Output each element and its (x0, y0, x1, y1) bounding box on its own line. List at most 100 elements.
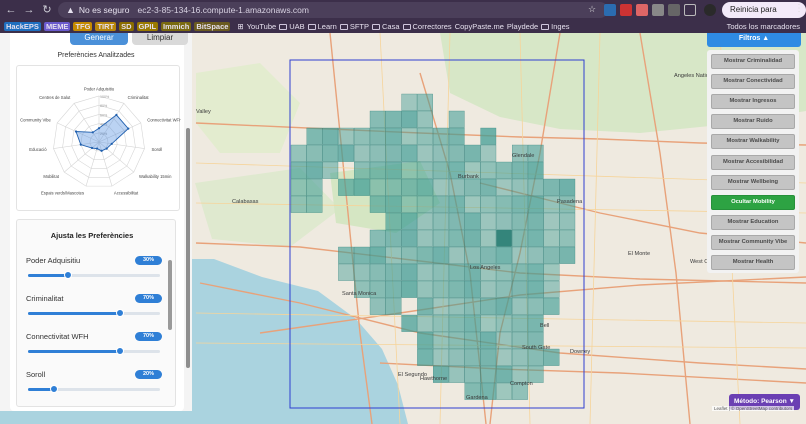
heatmap-cell[interactable] (496, 314, 512, 332)
filter-button[interactable]: Mostrar Community Vibe (711, 234, 795, 250)
heatmap-cell[interactable] (354, 127, 370, 145)
heatmap-cell[interactable] (322, 144, 339, 162)
heatmap-cell[interactable] (322, 161, 339, 179)
heatmap-cell[interactable] (433, 161, 449, 179)
heatmap-cell[interactable] (354, 144, 370, 162)
bookmark-item[interactable]: CopyPaste.me (455, 22, 504, 31)
heatmap-cell[interactable] (369, 246, 386, 264)
heatmap-cell[interactable] (480, 195, 497, 213)
heatmap-cell[interactable] (512, 297, 528, 315)
bookmark-item[interactable]: TIRT (95, 22, 117, 31)
heatmap-cell[interactable] (433, 229, 449, 247)
heatmap-cell[interactable] (354, 161, 370, 179)
heatmap-cell[interactable] (338, 127, 354, 145)
bookmark-item[interactable]: UAB (279, 22, 305, 31)
heatmap-cell[interactable] (448, 331, 465, 349)
heatmap-cell[interactable] (480, 331, 497, 349)
extension-icon[interactable] (652, 4, 664, 16)
heatmap-cell[interactable] (496, 229, 512, 247)
bookmark-item[interactable]: Playdede (507, 22, 538, 31)
heatmap-cell[interactable] (401, 246, 418, 264)
heatmap-cell[interactable] (480, 297, 497, 315)
heatmap-cell[interactable] (417, 280, 433, 298)
heatmap-cell[interactable] (464, 280, 481, 298)
bookmark-item[interactable]: BitSpace (194, 22, 231, 31)
heatmap-cell[interactable] (496, 280, 512, 298)
slider-thumb[interactable] (50, 385, 59, 393)
heatmap-cell[interactable] (369, 195, 386, 213)
heatmap-cell[interactable] (417, 331, 433, 349)
heatmap-cell[interactable] (512, 195, 528, 213)
heatmap-cell[interactable] (401, 110, 418, 128)
heatmap-cell[interactable] (543, 212, 560, 230)
heatmap-cell[interactable] (417, 297, 433, 315)
heatmap-cell[interactable] (385, 297, 402, 315)
heatmap-cell[interactable] (496, 161, 512, 179)
heatmap-cell[interactable] (417, 195, 433, 213)
warning-icon[interactable]: ▲ (66, 5, 75, 15)
heatmap-cell[interactable] (543, 246, 560, 264)
heatmap-cell[interactable] (306, 144, 323, 162)
heatmap-cell[interactable] (338, 246, 354, 264)
heatmap-cell[interactable] (527, 178, 544, 196)
heatmap-cell[interactable] (338, 263, 354, 281)
apps-grid-icon[interactable]: ⊞ (237, 22, 243, 31)
heatmap-cell[interactable] (401, 263, 418, 281)
heatmap-cell[interactable] (433, 195, 449, 213)
heatmap-cell[interactable] (369, 144, 386, 162)
heatmap-cell[interactable] (290, 161, 307, 179)
heatmap-cell[interactable] (417, 127, 433, 145)
heatmap-cell[interactable] (527, 212, 544, 230)
heatmap-cell[interactable] (417, 178, 433, 196)
heatmap-cell[interactable] (433, 263, 449, 281)
heatmap-cell[interactable] (527, 195, 544, 213)
sidebar-scrollbar[interactable] (186, 128, 190, 368)
heatmap-cell[interactable] (527, 280, 544, 298)
heatmap-cell[interactable] (464, 297, 481, 315)
heatmap-cell[interactable] (306, 195, 323, 213)
heatmap-cell[interactable] (448, 229, 465, 247)
heatmap-cell[interactable] (512, 246, 528, 264)
heatmap-cell[interactable] (448, 127, 465, 145)
filter-button[interactable]: Mostrar Conectividad (711, 74, 795, 90)
heatmap-cell[interactable] (417, 263, 433, 281)
filter-button[interactable]: Mostrar Education (711, 214, 795, 230)
heatmap-cell[interactable] (464, 314, 481, 332)
heatmap-cell[interactable] (527, 246, 544, 264)
heatmap-cell[interactable] (401, 314, 418, 332)
heatmap-cell[interactable] (433, 297, 449, 315)
heatmap-cell[interactable] (401, 144, 418, 162)
heatmap-cell[interactable] (496, 212, 512, 230)
filter-button[interactable]: Ocultar Mobility (711, 194, 795, 210)
heatmap-cell[interactable] (527, 263, 544, 281)
heatmap-cell[interactable] (480, 127, 497, 145)
heatmap-cell[interactable] (559, 229, 576, 247)
heatmap-cell[interactable] (512, 178, 528, 196)
back-icon[interactable]: ← (4, 3, 18, 17)
heatmap-cell[interactable] (369, 263, 386, 281)
heatmap-cell[interactable] (369, 110, 386, 128)
heatmap-cell[interactable] (543, 229, 560, 247)
bookmark-item[interactable]: HackEPS (4, 22, 41, 31)
extension-icon[interactable] (604, 4, 616, 16)
heatmap-cell[interactable] (480, 144, 497, 162)
filter-button[interactable]: Mostrar Health (711, 255, 795, 270)
filter-button[interactable]: Mostrar Ingresos (711, 94, 795, 110)
heatmap-cell[interactable] (401, 280, 418, 298)
heatmap-cell[interactable] (527, 348, 544, 366)
heatmap-cell[interactable] (464, 365, 481, 383)
slider-thumb[interactable] (116, 309, 125, 317)
sidepanel-icon[interactable] (684, 4, 696, 16)
heatmap-cell[interactable] (512, 212, 528, 230)
heatmap-cell[interactable] (448, 280, 465, 298)
bookmark-item[interactable]: Casa (371, 22, 400, 31)
star-icon[interactable]: ☆ (588, 4, 600, 16)
forward-icon[interactable]: → (22, 3, 36, 17)
heatmap-cell[interactable] (496, 331, 512, 349)
heatmap-cell[interactable] (512, 229, 528, 247)
heatmap-cell[interactable] (306, 161, 323, 179)
heatmap-cell[interactable] (448, 297, 465, 315)
heatmap-cell[interactable] (464, 348, 481, 366)
heatmap-cell[interactable] (480, 229, 497, 247)
heatmap-cell[interactable] (433, 212, 449, 230)
